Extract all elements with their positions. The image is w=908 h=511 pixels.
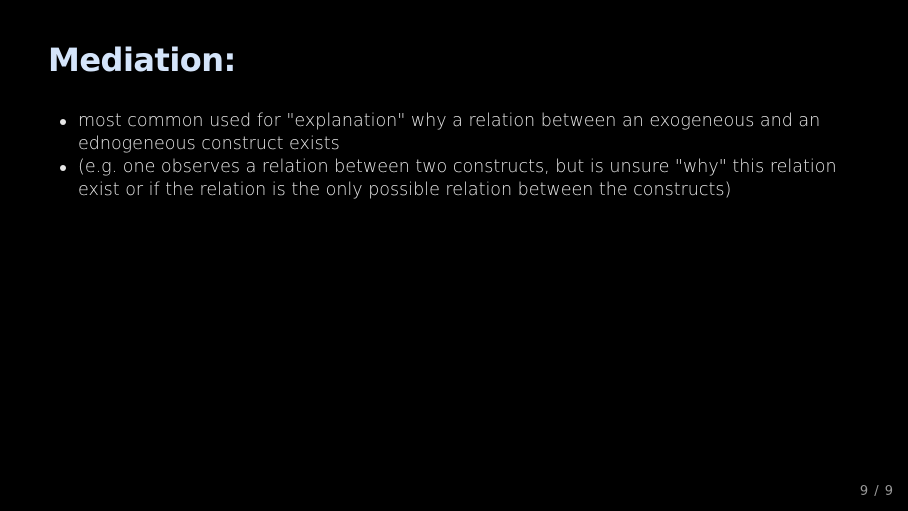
bullet-dot-icon xyxy=(60,165,66,171)
bullet-list: most common used for "explanation" why a… xyxy=(56,110,846,202)
presentation-slide: Mediation: most common used for "explana… xyxy=(0,0,908,511)
bullet-text: (e.g. one observes a relation between tw… xyxy=(78,157,837,200)
bullet-item: (e.g. one observes a relation between tw… xyxy=(56,156,846,202)
slide-title: Mediation: xyxy=(48,41,236,79)
bullet-dot-icon xyxy=(60,119,66,125)
bullet-text: most common used for "explanation" why a… xyxy=(78,111,821,154)
bullet-item: most common used for "explanation" why a… xyxy=(56,110,846,156)
page-number: 9 / 9 xyxy=(859,484,894,499)
